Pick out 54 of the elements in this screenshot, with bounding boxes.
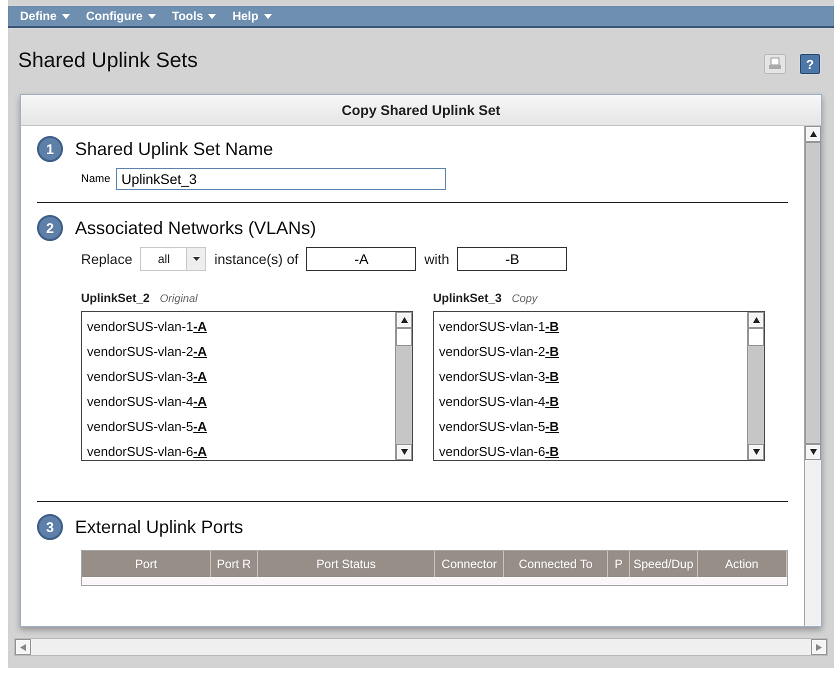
section-title: External Uplink Ports [75, 516, 244, 538]
scrollbar-thumb[interactable] [748, 328, 764, 346]
network-list-item[interactable]: vendorSUS-vlan-2-A [87, 339, 390, 364]
find-text-field[interactable]: -A [306, 247, 416, 271]
network-list-item[interactable]: vendorSUS-vlan-1-B [439, 314, 742, 339]
help-button[interactable]: ? [800, 54, 820, 74]
instance-dropdown[interactable]: all [140, 247, 206, 271]
caret-icon [264, 14, 272, 20]
caret-icon [192, 257, 200, 261]
caret-icon [208, 14, 216, 20]
network-list-item[interactable]: vendorSUS-vlan-4-B [439, 389, 742, 414]
section-title: Associated Networks (VLANs) [75, 218, 316, 238]
replace-text-field[interactable]: -B [457, 247, 568, 271]
left-arrow-icon [20, 644, 26, 650]
network-list-item[interactable]: vendorSUS-vlan-6-B [439, 439, 742, 464]
caret-icon [62, 14, 70, 20]
dialog-title: Copy Shared Uplink Set [21, 95, 821, 126]
field-label: Replace [81, 251, 132, 267]
vertical-scrollbar[interactable] [747, 312, 764, 460]
network-list-item[interactable]: vendorSUS-vlan-5-A [87, 414, 390, 439]
network-list-item[interactable]: vendorSUS-vlan-3-A [87, 364, 390, 389]
network-list-item[interactable]: vendorSUS-vlan-3-B [439, 364, 742, 389]
network-list-item[interactable]: vendorSUS-vlan-1-A [87, 314, 390, 339]
right-arrow-icon [816, 644, 822, 650]
up-arrow-icon [752, 317, 760, 323]
list-note: Copy [512, 293, 538, 305]
field-label: instance(s) of [214, 251, 298, 267]
step-number-badge: 3 [37, 514, 63, 540]
list-heading: UplinkSet_3 [433, 291, 502, 305]
up-arrow-icon [810, 131, 816, 137]
scrollbar-thumb[interactable] [805, 142, 821, 444]
up-arrow-icon [400, 317, 408, 323]
field-label: with [424, 251, 450, 267]
field-label: Name [81, 173, 110, 185]
down-arrow-icon [752, 449, 760, 455]
list-heading: UplinkSet_2 [81, 291, 150, 305]
down-arrow-icon [810, 449, 816, 455]
section-title: Shared Uplink Set Name [75, 138, 274, 160]
step-number-badge: 2 [37, 215, 63, 241]
list-note: Original [160, 293, 198, 305]
caret-icon [148, 14, 156, 20]
horizontal-scrollbar[interactable] [14, 638, 828, 656]
network-list-item[interactable]: vendorSUS-vlan-6-A [87, 439, 390, 464]
network-list-item[interactable]: vendorSUS-vlan-5-B [439, 414, 742, 439]
vertical-scrollbar[interactable] [395, 312, 412, 460]
scrollbar-thumb[interactable] [396, 328, 412, 346]
vertical-scrollbar[interactable] [804, 126, 821, 626]
name-input-field[interactable]: UplinkSet_3 [116, 168, 446, 190]
down-arrow-icon [400, 449, 408, 455]
page-title: Shared Uplink Sets [18, 49, 198, 73]
step-number-badge: 1 [37, 136, 63, 162]
network-list-item[interactable]: vendorSUS-vlan-4-A [87, 389, 390, 414]
network-list-item[interactable]: vendorSUS-vlan-2-B [439, 339, 742, 364]
print-icon[interactable] [764, 54, 786, 74]
